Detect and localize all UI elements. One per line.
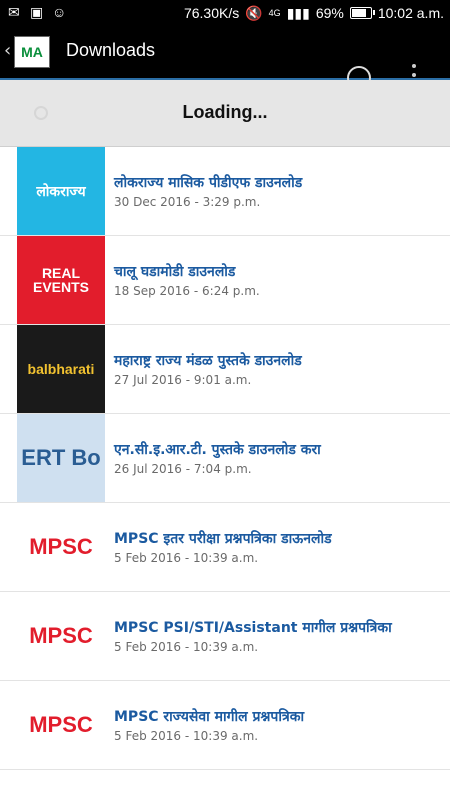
item-thumbnail: ERT Bo [17,414,105,502]
back-icon[interactable]: ‹ [4,40,11,61]
list-item[interactable]: लोकराज्य लोकराज्य मासिक पीडीएफ डाउनलोड 30 … [0,147,450,236]
item-title[interactable]: चालू घडामोडी डाउनलोड [114,262,235,281]
logo-text: MA [21,44,43,60]
list-item[interactable]: MPSC MPSC राज्यसेवा मागील प्रश्नपत्रिका 5 … [0,681,450,770]
page-title: Downloads [66,40,156,60]
item-date: 26 Jul 2016 - 7:04 p.m. [114,462,252,476]
battery-fill [351,9,366,17]
net-speed: 76.30K/s [183,5,240,21]
image-icon: ▣ [30,4,44,20]
item-thumbnail: लोकराज्य [17,147,105,235]
item-title[interactable]: एन.सी.इ.आर.टी. पुस्तके डाउनलोड करा [114,440,321,459]
clock: 10:02 a.m. [377,5,444,21]
item-date: 5 Feb 2016 - 10:39 a.m. [114,729,259,743]
smiley-icon: ☺ [52,4,67,20]
item-thumbnail: MPSC [17,592,105,680]
item-title[interactable]: महाराष्ट्र राज्य मंडळ पुस्तके डाउनलोड [114,351,302,370]
loading-text: Loading... [182,102,268,122]
item-thumbnail: REAL EVENTS [17,236,105,324]
item-thumbnail: balbharati [17,325,105,413]
list-item[interactable]: MPSC MPSC इतर परीक्षा प्रश्नपत्रिका डाऊनल… [0,503,450,592]
thumbnail-text: MPSC [29,534,93,559]
app-bar: ‹ MA Downloads [0,26,450,96]
item-title[interactable]: MPSC इतर परीक्षा प्रश्नपत्रिका डाऊनलोड [114,529,332,548]
item-title[interactable]: MPSC राज्यसेवा मागील प्रश्नपत्रिका [114,707,304,726]
list-item[interactable]: REAL EVENTS चालू घडामोडी डाउनलोड 18 Sep 20… [0,236,450,325]
item-date: 5 Feb 2016 - 10:39 a.m. [114,640,259,654]
item-date: 30 Dec 2016 - 3:29 p.m. [114,195,261,209]
thumbnail-text: balbharati [27,361,95,377]
item-title[interactable]: लोकराज्य मासिक पीडीएफ डाउनलोड [114,173,302,192]
thumbnail-text: REAL EVENTS [32,265,89,295]
notification-icons: ✉ ▣ ☺ [8,4,67,20]
item-title[interactable]: MPSC PSI/STI/Assistant मागील प्रश्नपत्रि… [114,618,392,637]
mute-icon: 🔇 [245,5,263,21]
thumbnail-text: ERT Bo [21,445,101,470]
item-thumbnail: MPSC [17,503,105,591]
list-item[interactable]: ERT Bo एन.सी.इ.आर.टी. पुस्तके डाउनलोड करा… [0,414,450,503]
loading-banner: Loading... [0,80,450,147]
email-icon: ✉ [8,4,20,20]
status-bar: ✉ ▣ ☺ 76.30K/s 🔇 4G ▮▮▮ 69% 10:02 a.m. [0,0,450,26]
item-date: 5 Feb 2016 - 10:39 a.m. [114,551,259,565]
thumbnail-text: MPSC [29,623,93,648]
signal-icon: ▮▮▮ [286,5,310,21]
thumbnail-text: लोकराज्य [36,183,86,199]
item-thumbnail: MPSC [17,681,105,769]
item-date: 18 Sep 2016 - 6:24 p.m. [114,284,260,298]
thumbnail-text: MPSC [29,712,93,737]
app-logo[interactable]: MA [14,36,50,68]
list-item[interactable]: MPSC MPSC PSI/STI/Assistant मागील प्रश्नप… [0,592,450,681]
downloads-list: लोकराज्य लोकराज्य मासिक पीडीएफ डाउनलोड 30 … [0,147,450,770]
network-type: 4G [268,8,281,18]
item-date: 27 Jul 2016 - 9:01 a.m. [114,373,252,387]
battery-icon [349,7,375,19]
list-item[interactable]: balbharati महाराष्ट्र राज्य मंडळ पुस्तके … [0,325,450,414]
status-right: 76.30K/s 🔇 4G ▮▮▮ 69% 10:02 a.m. [184,4,444,22]
battery-percent: 69% [315,5,344,21]
